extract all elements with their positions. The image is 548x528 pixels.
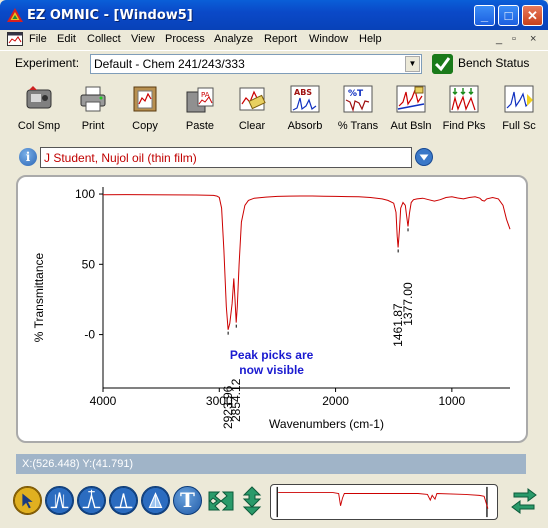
x-tick-label: 4000 [90, 394, 117, 408]
y-tick-label: 100 [75, 187, 95, 201]
menu-file[interactable]: File [29, 33, 47, 45]
sample-title-field[interactable]: J Student, Nujol oil (thin film) [40, 147, 412, 168]
print-label: Print [81, 120, 105, 132]
mdi-minimize-button[interactable]: _ [496, 33, 502, 45]
full-sc-label: Full Sc [502, 120, 536, 132]
window-title: EZ OMNIC - [Window5] [27, 8, 193, 23]
document-window-icon[interactable] [7, 32, 23, 46]
title-bar: EZ OMNIC - [Window5] _ □ ✕ [0, 0, 548, 30]
find-peaks-icon [449, 85, 479, 113]
peak-picks-annotation: now visible [239, 363, 304, 377]
menu-help[interactable]: Help [359, 33, 382, 45]
paste-label: Paste [185, 120, 215, 132]
copy-label: Copy [132, 120, 158, 132]
percent-trans-button[interactable]: %T % Trans [337, 84, 379, 138]
peak-label-tool-icon[interactable] [77, 486, 106, 515]
aut-bsln-label: Aut Bsln [390, 120, 432, 132]
printer-icon [80, 86, 106, 112]
x-axis-label: Wavenumbers (cm-1) [269, 417, 384, 431]
absorb-button[interactable]: ABS Absorb [286, 84, 324, 138]
peak-label: 2854.12 [229, 378, 243, 422]
clear-label: Clear [238, 120, 266, 132]
cursor-coordinates: X:(526.448) Y:(41.791) [16, 454, 526, 474]
bench-status-label[interactable]: Bench Status [458, 56, 529, 70]
peak-height-tool-icon[interactable] [109, 486, 138, 515]
mdi-restore-button[interactable]: ▫ [512, 33, 516, 45]
main-toolbar: Col Smp Print Copy PA Paste Clear ABS Ab… [0, 78, 548, 140]
select-arrow-icon[interactable] [13, 486, 42, 515]
chevron-down-icon[interactable] [415, 148, 433, 166]
expand-vertical-icon[interactable] [238, 486, 266, 516]
mdi-close-button[interactable]: × [530, 33, 536, 45]
expand-horizontal-icon[interactable] [207, 488, 235, 514]
menu-process[interactable]: Process [165, 33, 205, 45]
tool-palette: T [0, 478, 548, 528]
menu-report[interactable]: Report [264, 33, 297, 45]
x-tick-label: 2000 [322, 394, 349, 408]
swap-arrows-icon[interactable] [510, 488, 538, 514]
menu-collect[interactable]: Collect [87, 33, 121, 45]
close-button[interactable]: ✕ [522, 5, 543, 26]
spectrum-window[interactable]: 100 50 -0 4000 3000 2000 1000 Wavenumbers (cm-1… [16, 175, 528, 443]
full-sc-button[interactable]: Full Sc [499, 84, 539, 138]
col-smp-label: Col Smp [17, 120, 61, 132]
aut-bsln-button[interactable]: Aut Bsln [389, 84, 433, 138]
absorb-label: Absorb [287, 120, 323, 132]
clear-button[interactable]: Clear [235, 84, 269, 138]
copy-button[interactable]: Copy [128, 84, 162, 138]
bench-status-check-icon[interactable] [432, 54, 453, 74]
menu-bar: File Edit Collect View Process Analyze R… [0, 30, 548, 48]
peak-area-tool-icon[interactable] [141, 486, 170, 515]
percent-trans-label: % Trans [337, 120, 379, 132]
maximize-button[interactable]: □ [498, 5, 519, 26]
paste-icon: PA [186, 87, 214, 113]
clear-icon [239, 87, 266, 111]
x-tick-label: 1000 [439, 394, 466, 408]
text-annotation-icon[interactable]: T [173, 486, 202, 515]
menu-analyze[interactable]: Analyze [214, 33, 253, 45]
collect-sample-icon [26, 86, 52, 109]
peak-picks-annotation: Peak picks are [230, 348, 314, 362]
region-tool-icon[interactable] [45, 486, 74, 515]
print-button[interactable]: Print [76, 84, 110, 138]
menu-edit[interactable]: Edit [57, 33, 76, 45]
spectrum-line [102, 194, 511, 330]
app-logo-icon [7, 8, 23, 22]
menu-view[interactable]: View [131, 33, 155, 45]
minimize-button[interactable]: _ [474, 5, 495, 26]
dropdown-arrow-icon[interactable]: ▼ [405, 56, 420, 72]
percent-transmittance-icon: %T [343, 85, 373, 113]
absorbance-icon: ABS [290, 85, 320, 113]
experiment-select[interactable]: Default - Chem 241/243/333 ▼ [90, 54, 422, 74]
y-tick-label: 50 [82, 257, 96, 271]
experiment-label: Experiment: [15, 56, 80, 70]
y-axis-label: % Transmittance [32, 252, 46, 342]
spectrum-plot[interactable]: 10050-04000 3000 2000 1000Wavenumbers (cm-1… [18, 177, 526, 441]
paste-button[interactable]: PA Paste [183, 84, 217, 138]
spectrum-overview-pane[interactable] [270, 484, 498, 520]
experiment-bar: Experiment: Default - Chem 241/243/333 ▼… [0, 50, 548, 76]
info-icon[interactable]: i [19, 148, 37, 166]
find-pks-label: Find Pks [442, 120, 486, 132]
sample-info-bar: i J Student, Nujol oil (thin film) [0, 145, 548, 171]
auto-baseline-icon [396, 85, 426, 113]
svg-text:%T: %T [348, 89, 364, 99]
full-scale-icon [504, 85, 534, 113]
experiment-value: Default - Chem 241/243/333 [94, 57, 245, 71]
copy-icon [133, 86, 157, 112]
find-pks-button[interactable]: Find Pks [442, 84, 486, 138]
col-smp-button[interactable]: Col Smp [17, 84, 61, 138]
menu-window[interactable]: Window [309, 33, 348, 45]
svg-text:ABS: ABS [294, 88, 312, 97]
peak-label: 1377.00 [401, 282, 415, 326]
y-tick-label: -0 [84, 328, 95, 342]
